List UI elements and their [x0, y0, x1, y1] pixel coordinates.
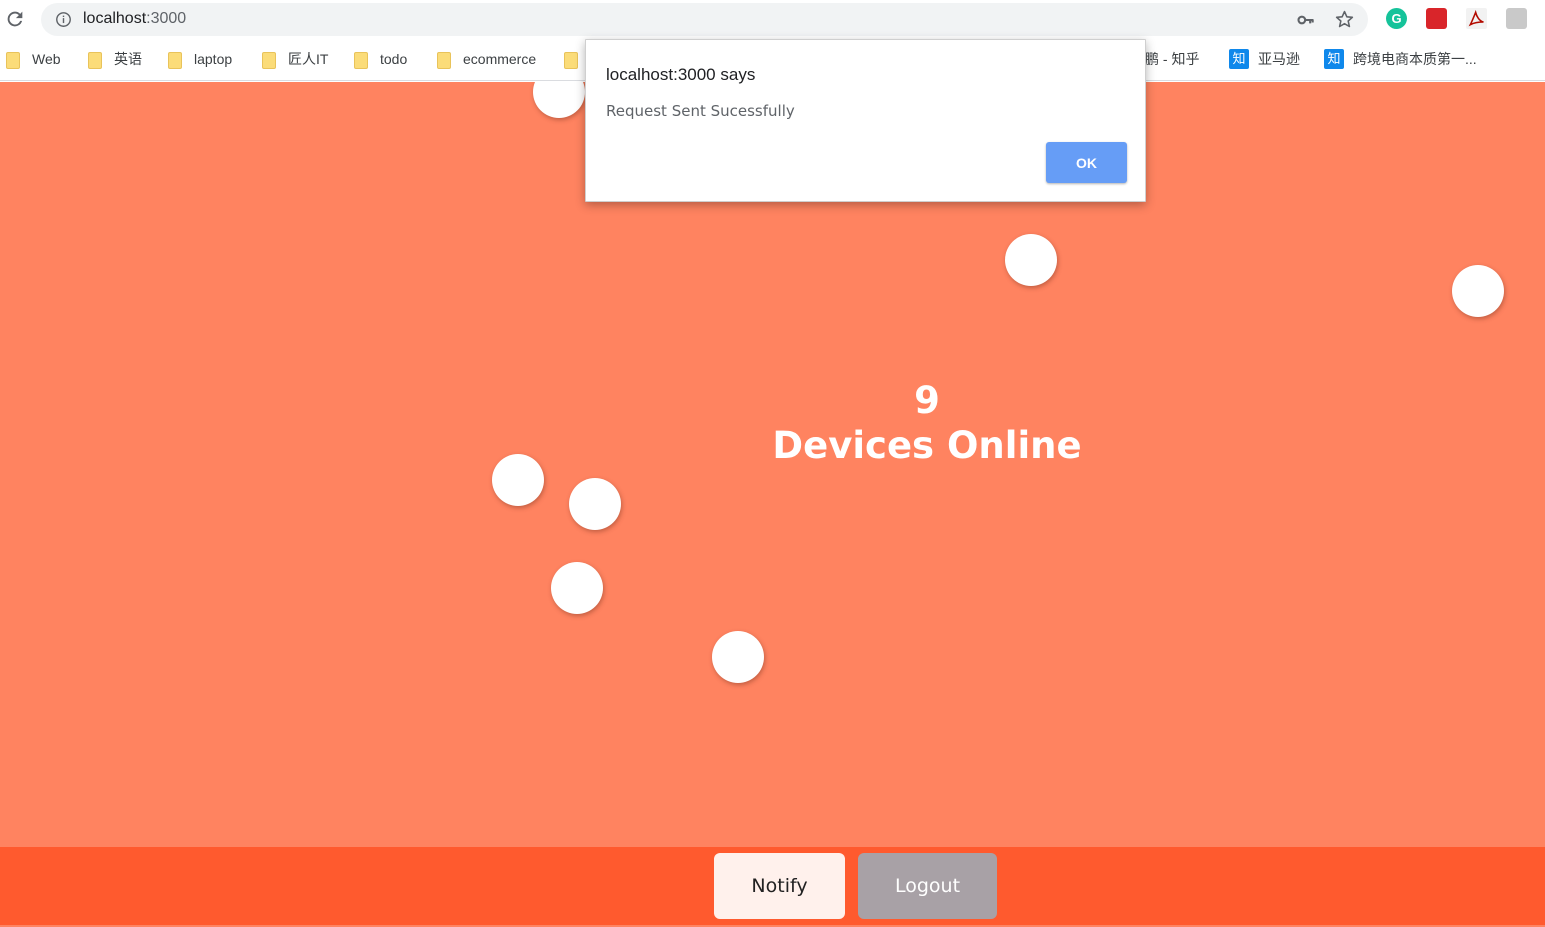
device-count: 9 [914, 379, 940, 422]
bookmark-jiangren-it[interactable]: 匠人IT [262, 49, 328, 69]
bookmark-label: laptop [194, 51, 233, 67]
bookmark-label: ecommerce [463, 51, 537, 67]
alert-dialog: localhost:3000 says Request Sent Sucessf… [585, 39, 1146, 202]
devices-online-label: Devices Online [772, 424, 1082, 467]
folder-icon [564, 51, 578, 69]
address-bar[interactable]: localhost:3000 [41, 3, 1368, 36]
bookmark-label: 匠人IT [288, 51, 329, 67]
url-text[interactable]: localhost:3000 [83, 10, 186, 28]
bookmark-label: Web [32, 51, 61, 67]
bookmark-cross-border[interactable]: 知 跨境电商本质第一... [1324, 49, 1477, 69]
bookmark-label: 鹏 - 知乎 [1145, 51, 1200, 67]
folder-icon [437, 51, 451, 69]
bookmark-ecommerce[interactable]: ecommerce [437, 49, 536, 69]
reload-icon[interactable] [4, 8, 26, 30]
logout-button[interactable]: Logout [858, 853, 997, 919]
bookmark-amazon[interactable]: 知 亚马逊 [1229, 49, 1300, 69]
zhihu-icon: 知 [1229, 49, 1249, 69]
zhihu-icon: 知 [1324, 49, 1344, 69]
device-dot [569, 478, 621, 530]
device-dot [1005, 234, 1057, 286]
grammarly-icon[interactable]: G [1386, 8, 1407, 29]
star-icon[interactable] [1334, 9, 1355, 30]
url-host: localhost [83, 10, 147, 27]
pdf-icon[interactable] [1466, 8, 1487, 29]
devices-online-counter: 9 Devices Online [727, 378, 1127, 468]
bookmark-web[interactable]: Web [6, 49, 61, 69]
folder-icon [262, 51, 276, 69]
device-dot [1452, 265, 1504, 317]
ok-button[interactable]: OK [1046, 142, 1127, 183]
app-canvas: 9 Devices Online [0, 82, 1545, 927]
bookmark-laptop[interactable]: laptop [168, 49, 232, 69]
folder-icon [88, 51, 102, 69]
folder-icon [6, 51, 20, 69]
bookmark-english[interactable]: 英语 [88, 49, 142, 69]
dialog-title: localhost:3000 says [606, 65, 756, 84]
dialog-message: Request Sent Sucessfully [606, 102, 795, 120]
bookmark-label: 英语 [114, 51, 142, 67]
url-port: :3000 [146, 10, 187, 27]
browser-toolbar: localhost:3000 G [0, 0, 1545, 38]
device-dot [712, 631, 764, 683]
device-dot [492, 454, 544, 506]
red-extension-icon[interactable] [1426, 8, 1447, 29]
footer-bar: Notify Logout [0, 847, 1545, 925]
bookmark-zhihu-profile[interactable]: 鹏 - 知乎 [1145, 49, 1199, 69]
bookmark-todo[interactable]: todo [354, 49, 407, 69]
bookmark-label: 跨境电商本质第一... [1353, 51, 1477, 67]
grey-extension-icon[interactable] [1506, 8, 1527, 29]
device-dot [533, 82, 585, 118]
key-icon[interactable] [1296, 10, 1316, 30]
folder-icon [354, 51, 368, 69]
folder-icon [168, 51, 182, 69]
bookmark-label: todo [380, 51, 408, 67]
notify-button[interactable]: Notify [714, 853, 845, 919]
bookmark-label: 亚马逊 [1258, 51, 1300, 67]
device-dot [551, 562, 603, 614]
info-icon[interactable] [55, 11, 72, 28]
